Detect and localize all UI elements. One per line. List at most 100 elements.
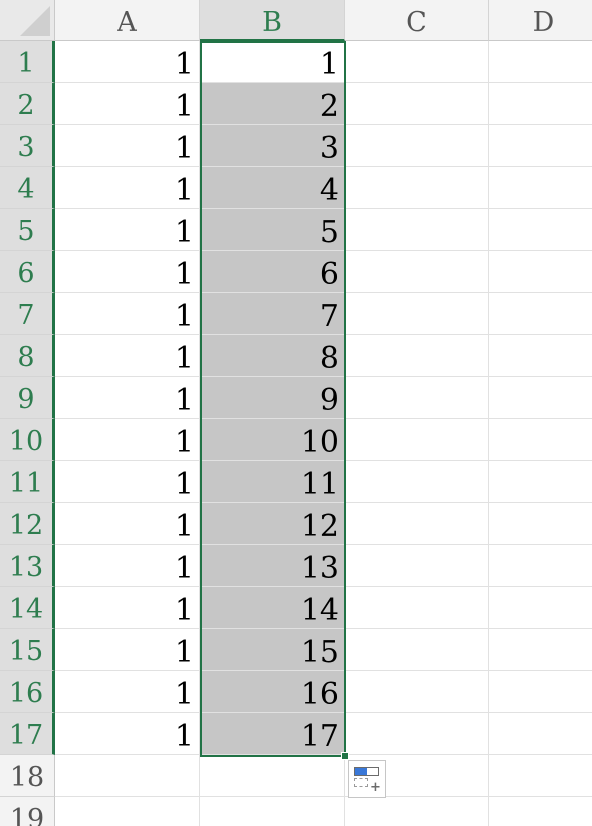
row-header-18[interactable]: 18 bbox=[0, 755, 55, 797]
row-header-15[interactable]: 15 bbox=[0, 629, 55, 671]
row-header-11[interactable]: 11 bbox=[0, 461, 55, 503]
column-header-c[interactable]: C bbox=[345, 0, 489, 41]
cell-d4[interactable] bbox=[489, 167, 592, 209]
row-header-14[interactable]: 14 bbox=[0, 587, 55, 629]
cell-b2[interactable]: 2 bbox=[200, 83, 345, 125]
cell-a6[interactable]: 1 bbox=[55, 251, 200, 293]
cell-d13[interactable] bbox=[489, 545, 592, 587]
cell-c2[interactable] bbox=[345, 83, 489, 125]
cell-c8[interactable] bbox=[345, 335, 489, 377]
cell-b3[interactable]: 3 bbox=[200, 125, 345, 167]
cell-b8[interactable]: 8 bbox=[200, 335, 345, 377]
cell-a1[interactable]: 1 bbox=[55, 41, 200, 83]
row-header-17[interactable]: 17 bbox=[0, 713, 55, 755]
spreadsheet-grid[interactable]: ABCD 1 2 3 4 5 6 7 8 9 10 11 12 13 14 15 16 17 18 19 11121… bbox=[0, 0, 592, 826]
cell-a15[interactable]: 1 bbox=[55, 629, 200, 671]
row-header-2[interactable]: 2 bbox=[0, 83, 55, 125]
row-header-10[interactable]: 10 bbox=[0, 419, 55, 461]
cell-b18[interactable] bbox=[200, 755, 345, 797]
row-header-3[interactable]: 3 bbox=[0, 125, 55, 167]
row-header-16[interactable]: 16 bbox=[0, 671, 55, 713]
cell-a13[interactable]: 1 bbox=[55, 545, 200, 587]
cell-b10[interactable]: 10 bbox=[200, 419, 345, 461]
cell-a3[interactable]: 1 bbox=[55, 125, 200, 167]
cell-b14[interactable]: 14 bbox=[200, 587, 345, 629]
cell-b1[interactable]: 1 bbox=[200, 41, 345, 83]
row-header-7[interactable]: 7 bbox=[0, 293, 55, 335]
cell-c19[interactable] bbox=[345, 797, 489, 826]
row-header-13[interactable]: 13 bbox=[0, 545, 55, 587]
fill-handle[interactable] bbox=[341, 752, 349, 760]
cell-d9[interactable] bbox=[489, 377, 592, 419]
cell-c12[interactable] bbox=[345, 503, 489, 545]
cell-a5[interactable]: 1 bbox=[55, 209, 200, 251]
row-header-4[interactable]: 4 bbox=[0, 167, 55, 209]
cell-d5[interactable] bbox=[489, 209, 592, 251]
cell-a19[interactable] bbox=[55, 797, 200, 826]
cell-c1[interactable] bbox=[345, 41, 489, 83]
cell-d18[interactable] bbox=[489, 755, 592, 797]
cell-a2[interactable]: 1 bbox=[55, 83, 200, 125]
row-header-12[interactable]: 12 bbox=[0, 503, 55, 545]
cell-d7[interactable] bbox=[489, 293, 592, 335]
cell-a11[interactable]: 1 bbox=[55, 461, 200, 503]
cell-c11[interactable] bbox=[345, 461, 489, 503]
column-header-b[interactable]: B bbox=[200, 0, 345, 41]
cell-a10[interactable]: 1 bbox=[55, 419, 200, 461]
cell-b13[interactable]: 13 bbox=[200, 545, 345, 587]
cell-b9[interactable]: 9 bbox=[200, 377, 345, 419]
cell-b11[interactable]: 11 bbox=[200, 461, 345, 503]
cell-c14[interactable] bbox=[345, 587, 489, 629]
cell-c16[interactable] bbox=[345, 671, 489, 713]
cell-b17[interactable]: 17 bbox=[200, 713, 345, 755]
cell-d10[interactable] bbox=[489, 419, 592, 461]
cell-b5[interactable]: 5 bbox=[200, 209, 345, 251]
cell-b16[interactable]: 16 bbox=[200, 671, 345, 713]
row-header-9[interactable]: 9 bbox=[0, 377, 55, 419]
cell-d8[interactable] bbox=[489, 335, 592, 377]
row-header-6[interactable]: 6 bbox=[0, 251, 55, 293]
cell-d12[interactable] bbox=[489, 503, 592, 545]
select-all-corner[interactable] bbox=[0, 0, 55, 41]
cell-c5[interactable] bbox=[345, 209, 489, 251]
cell-d14[interactable] bbox=[489, 587, 592, 629]
cell-d1[interactable] bbox=[489, 41, 592, 83]
column-header-d[interactable]: D bbox=[489, 0, 592, 41]
cell-d3[interactable] bbox=[489, 125, 592, 167]
row-header-1[interactable]: 1 bbox=[0, 41, 55, 83]
cell-a12[interactable]: 1 bbox=[55, 503, 200, 545]
row-header-8[interactable]: 8 bbox=[0, 335, 55, 377]
cell-a14[interactable]: 1 bbox=[55, 587, 200, 629]
cell-b12[interactable]: 12 bbox=[200, 503, 345, 545]
column-header-a[interactable]: A bbox=[55, 0, 200, 41]
cell-c4[interactable] bbox=[345, 167, 489, 209]
cell-b19[interactable] bbox=[200, 797, 345, 826]
cell-d6[interactable] bbox=[489, 251, 592, 293]
autofill-options-button[interactable]: + bbox=[348, 760, 386, 798]
cell-c7[interactable] bbox=[345, 293, 489, 335]
cell-a18[interactable] bbox=[55, 755, 200, 797]
cell-d17[interactable] bbox=[489, 713, 592, 755]
cell-a16[interactable]: 1 bbox=[55, 671, 200, 713]
cell-b15[interactable]: 15 bbox=[200, 629, 345, 671]
cell-a17[interactable]: 1 bbox=[55, 713, 200, 755]
cell-b7[interactable]: 7 bbox=[200, 293, 345, 335]
cell-d16[interactable] bbox=[489, 671, 592, 713]
cell-d15[interactable] bbox=[489, 629, 592, 671]
row-header-19[interactable]: 19 bbox=[0, 797, 55, 826]
cell-d19[interactable] bbox=[489, 797, 592, 826]
row-header-5[interactable]: 5 bbox=[0, 209, 55, 251]
cell-c9[interactable] bbox=[345, 377, 489, 419]
cell-b4[interactable]: 4 bbox=[200, 167, 345, 209]
cell-c6[interactable] bbox=[345, 251, 489, 293]
cell-a9[interactable]: 1 bbox=[55, 377, 200, 419]
cell-c13[interactable] bbox=[345, 545, 489, 587]
cell-a7[interactable]: 1 bbox=[55, 293, 200, 335]
cell-c15[interactable] bbox=[345, 629, 489, 671]
cell-c17[interactable] bbox=[345, 713, 489, 755]
cell-d11[interactable] bbox=[489, 461, 592, 503]
cell-a4[interactable]: 1 bbox=[55, 167, 200, 209]
cell-d2[interactable] bbox=[489, 83, 592, 125]
cell-b6[interactable]: 6 bbox=[200, 251, 345, 293]
cell-c3[interactable] bbox=[345, 125, 489, 167]
